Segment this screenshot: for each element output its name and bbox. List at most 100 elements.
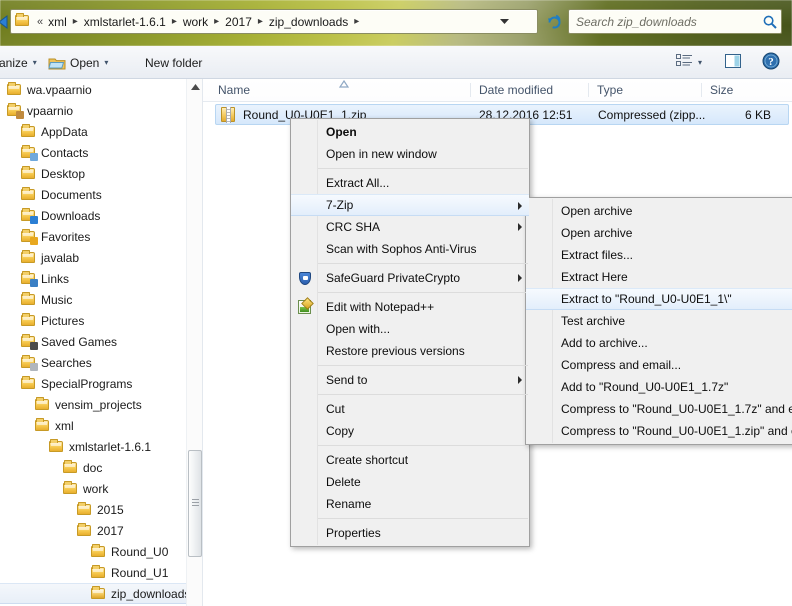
- breadcrumb-separator[interactable]: ▸: [255, 16, 266, 27]
- menu-item-cut[interactable]: Cut: [291, 398, 529, 420]
- menu-item-edit-with-notepad[interactable]: Edit with Notepad++: [291, 296, 529, 318]
- chevron-down-icon[interactable]: [496, 10, 513, 33]
- sidebar-item-label: Favorites: [41, 229, 91, 244]
- column-header-date-modified[interactable]: Date modified: [479, 83, 553, 97]
- breadcrumb-separator[interactable]: ▸: [351, 16, 362, 27]
- sidebar-item-work[interactable]: work: [0, 478, 186, 499]
- sidebar-item-label: Round_U1: [111, 565, 169, 580]
- file-context-menu[interactable]: Open Open in new window Extract All... 7-Zi…: [290, 118, 530, 547]
- breadcrumb-item-xml[interactable]: xml: [45, 15, 70, 29]
- menu-item-send-to[interactable]: Send to: [291, 369, 529, 391]
- file-type-cell: Compressed (zipp...: [598, 107, 706, 122]
- breadcrumb-item-zip-downloads[interactable]: zip_downloads: [266, 15, 351, 29]
- sidebar-item-vensim-projects[interactable]: vensim_projects: [0, 394, 186, 415]
- menu-item-open-in-new-window[interactable]: Open in new window: [291, 143, 529, 165]
- submenu-item-extract-to-round-u0-u0e1-1[interactable]: Extract to "Round_U0-U0E1_1\": [526, 288, 792, 310]
- preview-pane-button[interactable]: [724, 50, 742, 74]
- menu-item-rename[interactable]: Rename: [291, 493, 529, 515]
- menu-item-scan-with-sophos-anti-virus[interactable]: Scan with Sophos Anti-Virus: [291, 238, 529, 260]
- submenu-item-add-to-archive[interactable]: Add to archive...: [526, 332, 792, 354]
- sidebar-item-xmlstarlet-1-6-1[interactable]: xmlstarlet-1.6.1: [0, 436, 186, 457]
- sidebar-item-zip-downloads[interactable]: zip_downloads: [0, 583, 186, 604]
- seven-zip-submenu[interactable]: Open archive Open archive Extract files...…: [525, 197, 792, 445]
- menu-item-safeguard-privatecrypto[interactable]: SafeGuard PrivateCrypto: [291, 267, 529, 289]
- submenu-item-compress-to-round-u0-u0e1-1-7z-and-email[interactable]: Compress to "Round_U0-U0E1_1.7z" and ema…: [526, 398, 792, 420]
- refresh-icon[interactable]: [543, 10, 565, 33]
- sidebar-item-specialprograms[interactable]: SpecialPrograms: [0, 373, 186, 394]
- sidebar-item-label: xml: [55, 418, 74, 433]
- sidebar-item-doc[interactable]: doc: [0, 457, 186, 478]
- menu-item-label: Restore previous versions: [326, 344, 465, 358]
- column-divider[interactable]: [470, 83, 471, 97]
- shield-icon: [296, 270, 313, 286]
- breadcrumb-item-2017[interactable]: 2017: [222, 15, 255, 29]
- menu-item-crc-sha[interactable]: CRC SHA: [291, 216, 529, 238]
- organize-button[interactable]: Organize ▾: [0, 52, 42, 73]
- sidebar-item-wa-vpaarnio[interactable]: wa.vpaarnio: [0, 79, 186, 100]
- breadcrumb-separator[interactable]: ▸: [169, 16, 180, 27]
- menu-item-delete[interactable]: Delete: [291, 471, 529, 493]
- sidebar-item-round-u1[interactable]: Round_U1: [0, 562, 186, 583]
- scrollbar-thumb[interactable]: [188, 450, 202, 557]
- submenu-item-compress-and-email[interactable]: Compress and email...: [526, 354, 792, 376]
- submenu-item-test-archive[interactable]: Test archive: [526, 310, 792, 332]
- breadcrumb-item-xmlstarlet[interactable]: xmlstarlet-1.6.1: [81, 15, 169, 29]
- open-button[interactable]: Open ▾: [43, 52, 113, 73]
- menu-item-copy[interactable]: Copy: [291, 420, 529, 442]
- sidebar-item-xml[interactable]: xml: [0, 415, 186, 436]
- breadcrumb-separator[interactable]: ▸: [211, 16, 222, 27]
- menu-item-restore-previous-versions[interactable]: Restore previous versions: [291, 340, 529, 362]
- breadcrumb-item-work[interactable]: work: [180, 15, 211, 29]
- submenu-item-open-archive[interactable]: Open archive: [526, 222, 792, 244]
- search-icon[interactable]: [759, 15, 781, 29]
- sidebar-item-music[interactable]: Music: [0, 289, 186, 310]
- sidebar-item-contacts[interactable]: Contacts: [0, 142, 186, 163]
- sidebar-item-documents[interactable]: Documents: [0, 184, 186, 205]
- submenu-item-open-archive[interactable]: Open archive: [526, 200, 792, 222]
- file-size-cell: 6 KB: [744, 107, 771, 122]
- menu-item-label: Open in new window: [326, 147, 437, 161]
- menu-item-create-shortcut[interactable]: Create shortcut: [291, 449, 529, 471]
- sidebar-item-desktop[interactable]: Desktop: [0, 163, 186, 184]
- sidebar-item-saved-games[interactable]: Saved Games: [0, 331, 186, 352]
- column-header-type[interactable]: Type: [597, 83, 623, 97]
- column-header-size[interactable]: Size: [710, 83, 733, 97]
- sidebar-item-appdata[interactable]: AppData: [0, 121, 186, 142]
- menu-item-7-zip[interactable]: 7-Zip: [291, 194, 529, 216]
- submenu-item-label: Compress to "Round_U0-U0E1_1.zip" and em…: [561, 424, 792, 438]
- column-divider[interactable]: [588, 83, 589, 97]
- sidebar-item-round-u0[interactable]: Round_U0: [0, 541, 186, 562]
- menu-item-properties[interactable]: Properties: [291, 522, 529, 544]
- submenu-item-add-to-round-u0-u0e1-1-7z[interactable]: Add to "Round_U0-U0E1_1.7z": [526, 376, 792, 398]
- sidebar-item-favorites[interactable]: Favorites: [0, 226, 186, 247]
- sidebar-item-downloads[interactable]: Downloads: [0, 205, 186, 226]
- menu-item-extract-all[interactable]: Extract All...: [291, 172, 529, 194]
- new-folder-button[interactable]: New folder: [140, 52, 207, 73]
- sidebar-item-2015[interactable]: 2015: [0, 499, 186, 520]
- navigation-pane[interactable]: wa.vpaarnio vpaarnio AppData Contacts Deskto…: [0, 79, 186, 606]
- column-divider[interactable]: [701, 83, 702, 97]
- address-bar[interactable]: « xml ▸ xmlstarlet-1.6.1 ▸ work ▸ 2017 ▸…: [10, 9, 538, 34]
- breadcrumb-overflow-chevron[interactable]: «: [36, 16, 45, 28]
- sidebar-item-pictures[interactable]: Pictures: [0, 310, 186, 331]
- menu-item-open-with[interactable]: Open with...: [291, 318, 529, 340]
- column-header-name[interactable]: Name: [218, 83, 250, 97]
- help-button[interactable]: ?: [762, 50, 780, 74]
- submenu-item-extract-here[interactable]: Extract Here: [526, 266, 792, 288]
- back-forward-arrows-icon[interactable]: [0, 13, 10, 31]
- submenu-item-compress-to-round-u0-u0e1-1-zip-and-email[interactable]: Compress to "Round_U0-U0E1_1.zip" and em…: [526, 420, 792, 442]
- sidebar-item-searches[interactable]: Searches: [0, 352, 186, 373]
- sidebar-item-javalab[interactable]: javalab: [0, 247, 186, 268]
- sidebar-item-links[interactable]: Links: [0, 268, 186, 289]
- sidebar-item-2017[interactable]: 2017: [0, 520, 186, 541]
- search-input[interactable]: Search zip_downloads: [568, 9, 782, 34]
- view-layout-button[interactable]: ▾: [676, 50, 702, 74]
- scroll-up-arrow-icon[interactable]: [187, 79, 203, 95]
- breadcrumb-separator[interactable]: ▸: [70, 16, 81, 27]
- submenu-item-label: Extract to "Round_U0-U0E1_1\": [561, 292, 732, 306]
- submenu-item-extract-files[interactable]: Extract files...: [526, 244, 792, 266]
- menu-item-open[interactable]: Open: [291, 121, 529, 143]
- sidebar-item-vpaarnio[interactable]: vpaarnio: [0, 100, 186, 121]
- navigation-pane-scrollbar[interactable]: [186, 79, 202, 606]
- menu-separator: [318, 518, 528, 519]
